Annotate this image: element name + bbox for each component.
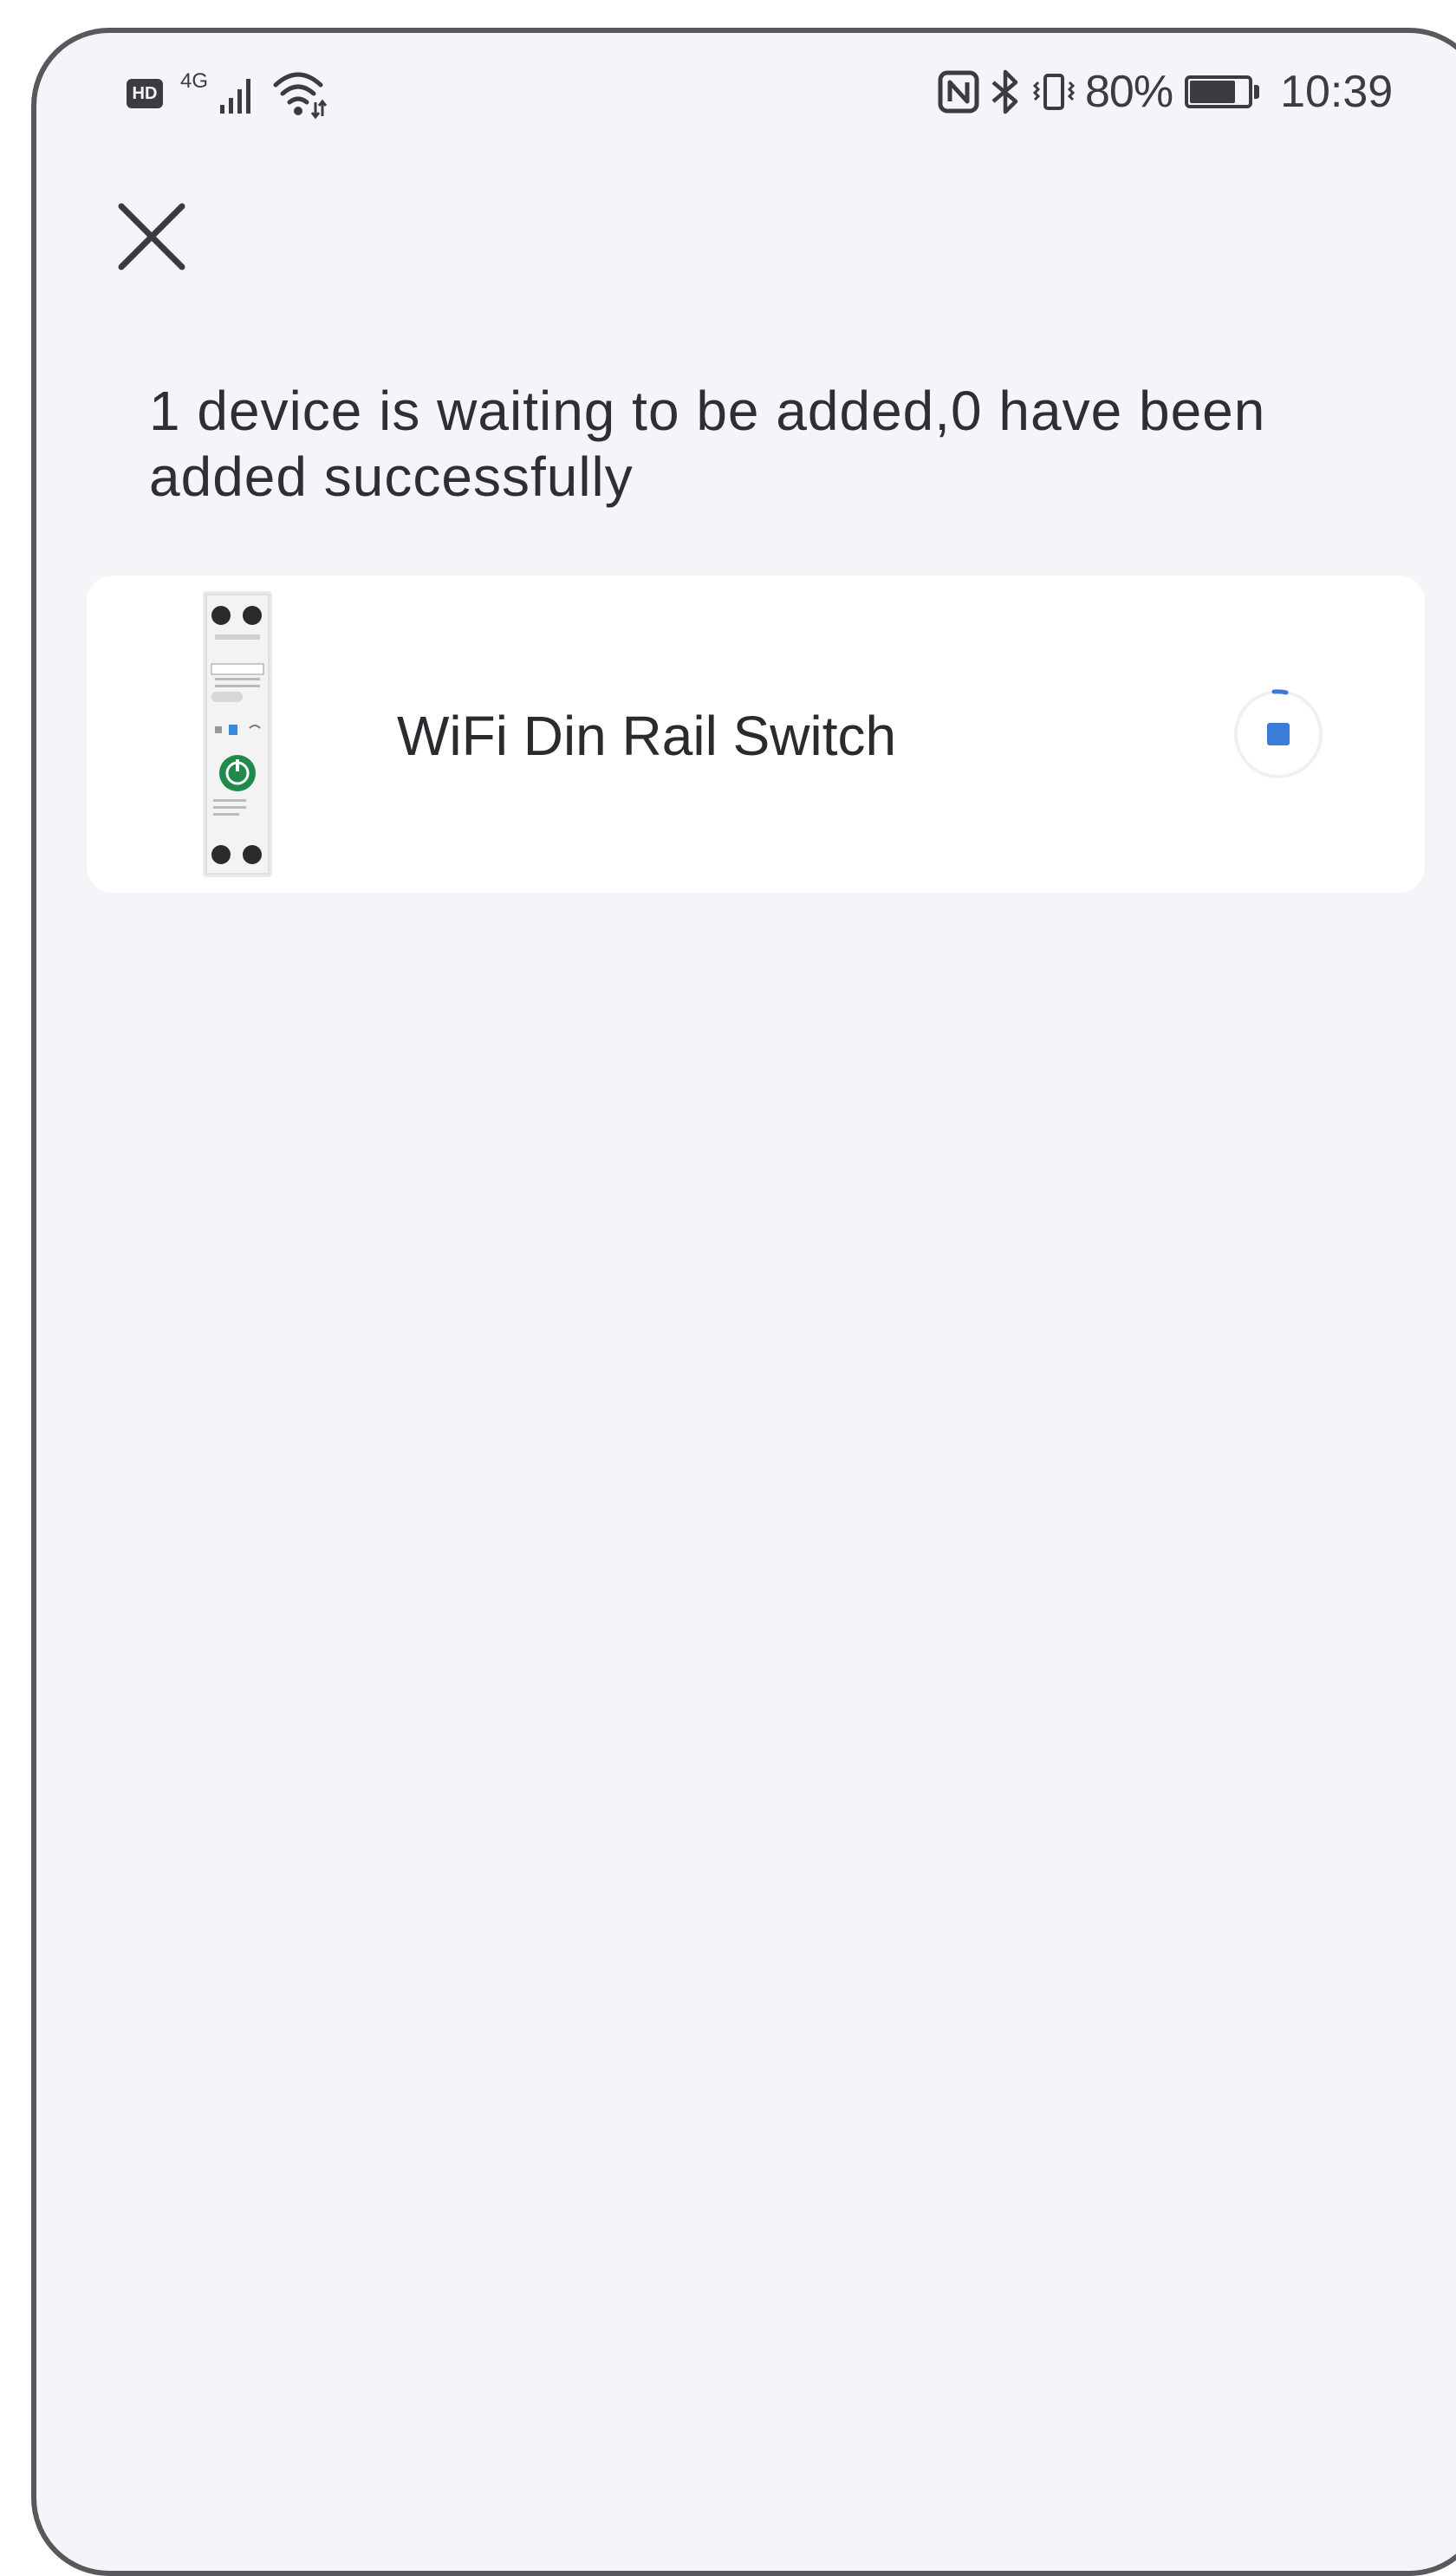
close-button[interactable] [113, 198, 191, 276]
hd-badge: HD [127, 79, 163, 108]
din-rail-switch-image [203, 591, 272, 877]
bluetooth-icon [991, 69, 1018, 114]
battery-percent: 80% [1085, 67, 1173, 117]
clock: 10:39 [1280, 67, 1394, 117]
battery-fill [1190, 81, 1236, 103]
battery-icon [1185, 75, 1253, 108]
device-list-item[interactable]: WiFi Din Rail Switch [87, 576, 1425, 893]
vibrate-icon [1032, 74, 1076, 110]
close-icon [118, 203, 185, 270]
page-heading: 1 device is waiting to be added,0 have b… [149, 380, 1266, 508]
phone-frame: HD 4G 80% 10:39 1 device is waiting to b… [31, 28, 1456, 2576]
loading-spinner-icon [1234, 689, 1323, 778]
status-bar: HD 4G 80% 10:39 [36, 33, 1451, 146]
signal-strength-icon [220, 79, 251, 114]
device-name: WiFi Din Rail Switch [397, 705, 897, 767]
status-bar-left: HD 4G [127, 68, 329, 120]
battery-tip [1254, 85, 1260, 99]
status-bar-right: 80% 10:39 [938, 64, 1451, 120]
network-type-label: 4G [180, 69, 209, 93]
wifi-icon [273, 72, 328, 120]
nfc-icon [938, 70, 979, 114]
